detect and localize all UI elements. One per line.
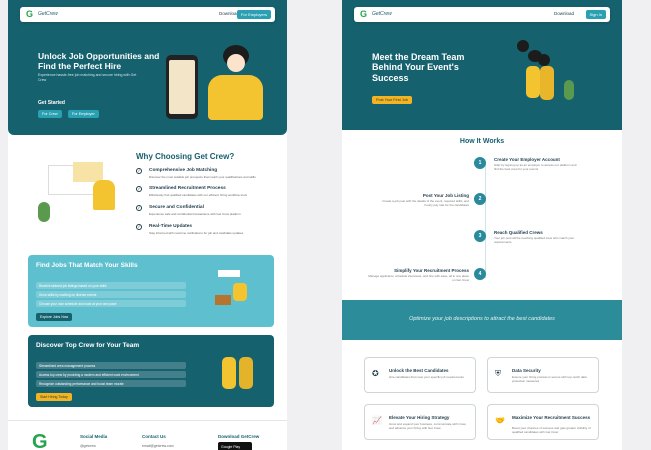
find-jobs-title: Find Jobs That Match Your Skills	[36, 262, 138, 269]
check-circle-icon: ✓	[136, 186, 142, 192]
nav-signin-button[interactable]: Sign In	[585, 10, 606, 19]
hero-title: Meet the Dream Team Behind Your Event's …	[372, 52, 465, 83]
hero-subtitle: Experience hassle-free job matching and …	[38, 73, 137, 82]
footer-logo-icon[interactable]: G	[32, 431, 48, 450]
check-circle-icon: ✓	[136, 224, 142, 230]
step-desc: Start by signing up as an employer to ac…	[494, 163, 577, 171]
benefit-title: Data Security	[512, 368, 541, 373]
step-number-badge: 2	[474, 193, 486, 205]
hero-section: G GetCrew Download Sign In Meet the Drea…	[342, 0, 622, 130]
handshake-icon: 🤝	[495, 416, 505, 425]
benefit-desc: Grow and expand your business, communica…	[389, 422, 467, 430]
discover-item: Access top crew by providing a modern an…	[36, 371, 186, 378]
award-icon: ✪	[372, 369, 379, 378]
find-jobs-item: Grow skills by working on diverse events	[36, 291, 186, 298]
step-desc: Manage applicants, schedule interviews, …	[368, 274, 469, 282]
signpost-illustration	[213, 265, 255, 320]
footer: G Social Media @getcrew Contact Us email…	[8, 420, 287, 450]
benefit-card: 📈 Elevate Your Hiring Strategy Grow and …	[364, 404, 476, 440]
top-nav: G GetCrew Download For Employers	[20, 7, 275, 22]
optimize-banner-text: Optimize your job descriptions to attrac…	[409, 316, 555, 322]
shield-icon: ⛨	[495, 369, 501, 378]
step-title: Simplify Your Recruitment Process	[394, 268, 469, 273]
benefit-title: Maximize Your Recruitment Success	[512, 415, 591, 420]
step-title: Reach Qualified Crews	[494, 230, 543, 235]
footer-email-link[interactable]: email@getcrew.com	[142, 444, 174, 448]
why-title: Why Choosing Get Crew?	[136, 152, 235, 161]
phone-illustration	[166, 55, 198, 119]
check-circle-icon: ✓	[136, 168, 142, 174]
benefit-card: ✪ Unlock the Best Candidates Hire candid…	[364, 357, 476, 393]
google-play-badge[interactable]: Google Play	[218, 442, 252, 450]
nav-download-link[interactable]: Download	[219, 11, 239, 16]
steps-connector-line	[485, 163, 486, 278]
feature-title: Streamlined Recruitment Process	[149, 186, 226, 191]
step-number-badge: 4	[474, 268, 486, 280]
how-it-works-title: How It Works	[459, 138, 505, 145]
benefit-card: ⛨ Data Security Ensure your hiring proce…	[487, 357, 599, 393]
brand-name[interactable]: GetCrew	[372, 11, 392, 17]
benefit-desc: Hire candidates that meet your specific …	[389, 375, 464, 379]
post-first-job-button[interactable]: Post Your First Job	[372, 96, 412, 104]
optimize-banner: Optimize your job descriptions to attrac…	[342, 300, 622, 340]
person-face-illustration	[227, 54, 245, 72]
feature-desc: Discover the most suitable job prospects…	[149, 175, 256, 179]
discover-item: Streamlined crew management process	[36, 362, 186, 369]
step-desc: Create a job post with the details of th…	[382, 199, 469, 207]
discover-item: Recognize outstanding performance and bo…	[36, 380, 186, 387]
for-crew-button[interactable]: For Crew	[38, 110, 62, 118]
for-employer-button[interactable]: For Employer	[68, 110, 99, 118]
benefit-title: Elevate Your Hiring Strategy	[389, 415, 450, 420]
brand-logo-icon[interactable]: G	[26, 9, 33, 19]
feature-title: Real-Time Updates	[149, 224, 193, 229]
benefit-desc: Boost your chances of success and gain g…	[512, 426, 591, 434]
feature-desc: Experience safe and confidential transac…	[149, 212, 241, 216]
footer-download-title: Download GetCrew	[218, 434, 260, 439]
benefit-title: Unlock the Best Candidates	[389, 368, 449, 373]
benefit-desc: Ensure your hiring process is secure wit…	[512, 375, 587, 383]
discover-crew-card: Discover Top Crew for Your Team Streamli…	[28, 335, 274, 407]
brand-logo-icon[interactable]: G	[360, 9, 367, 19]
explore-jobs-button[interactable]: Explore Jobs Now	[36, 313, 73, 321]
brand-name[interactable]: GetCrew	[38, 11, 58, 17]
chart-icon: 📈	[372, 416, 382, 425]
feature-desc: Stay informed with real-time notificatio…	[149, 231, 244, 235]
team-illustration	[512, 40, 582, 120]
feature-title: Secure and Confidential	[149, 205, 204, 210]
employer-landing-page: G GetCrew Download Sign In Meet the Drea…	[342, 0, 622, 450]
footer-contact-title: Contact Us	[142, 434, 166, 439]
get-started-label: Get Started	[38, 100, 65, 106]
find-jobs-item: Choose your own schedule and work at you…	[36, 300, 186, 307]
start-hiring-button[interactable]: Start Hiring Today	[36, 393, 72, 401]
step-title: Create Your Employer Account	[494, 157, 560, 162]
step-desc: Your job post will be reaching qualified…	[494, 236, 575, 244]
step-number-badge: 3	[474, 230, 486, 242]
crew-landing-page: G GetCrew Download For Employers Unlock …	[8, 0, 287, 450]
find-jobs-card: Find Jobs That Match Your Skills Receive…	[28, 255, 274, 327]
find-jobs-item: Receive tailored job listings based on y…	[36, 282, 186, 289]
nav-employers-button[interactable]: For Employers	[236, 10, 271, 19]
check-circle-icon: ✓	[136, 205, 142, 211]
feature-desc: Effortlessly find qualified candidates w…	[149, 193, 247, 197]
dashboard-illustration	[33, 160, 123, 225]
nav-download-link[interactable]: Download	[554, 11, 574, 16]
benefit-card: 🤝 Maximize Your Recruitment Success Boos…	[487, 404, 599, 440]
feature-title: Comprehensive Job Matching	[149, 168, 218, 173]
hero-section: G GetCrew Download For Employers Unlock …	[8, 0, 287, 135]
person-body-illustration	[208, 75, 263, 120]
footer-social-title: Social Media	[80, 434, 108, 439]
handshake-illustration	[218, 343, 258, 401]
discover-title: Discover Top Crew for Your Team	[36, 342, 140, 349]
step-title: Post Your Job Listing	[422, 193, 469, 198]
top-nav: G GetCrew Download Sign In	[354, 7, 610, 22]
hero-title: Unlock Job Opportunities and Find the Pe…	[38, 51, 160, 71]
footer-social-link[interactable]: @getcrew	[80, 444, 96, 448]
step-number-badge: 1	[474, 157, 486, 169]
